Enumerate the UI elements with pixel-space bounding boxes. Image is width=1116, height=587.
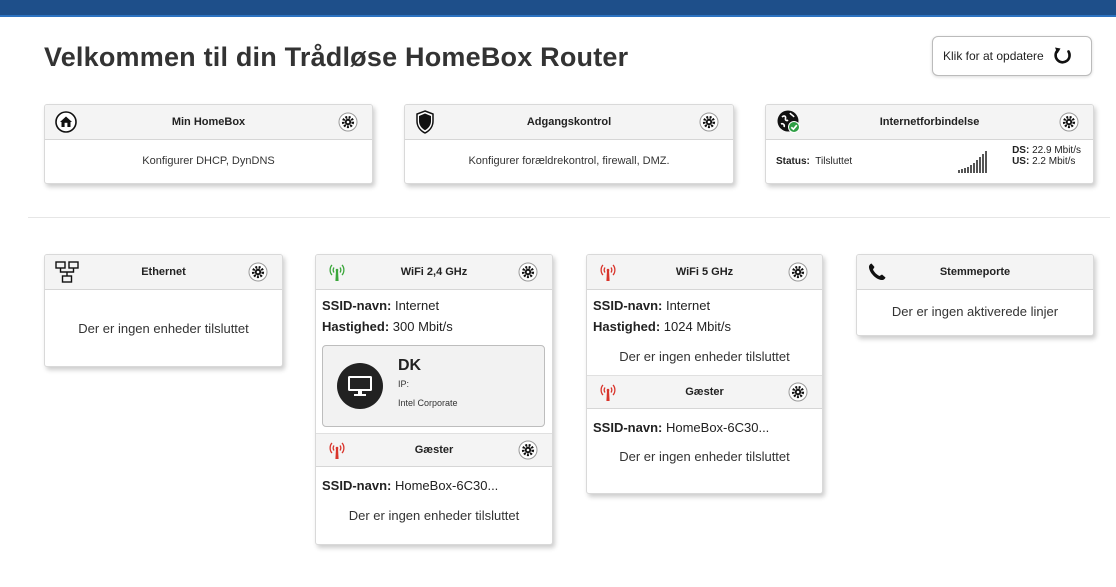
connection-status: Status: Tilsluttet [776,156,852,167]
wifi5-card: WiFi 5 GHz SSID-navn: Internet Hastighed… [586,254,823,494]
connected-device[interactable]: DK IP: Intel Corporate [322,345,545,427]
status-label: Status: [776,156,810,167]
wifi24-speed: Hastighed: 300 Mbit/s [316,316,552,337]
voice-ports-empty-text: Der er ingen aktiverede linjer [891,304,1059,319]
ssid-label: SSID-navn: [593,298,663,313]
monitor-icon [337,363,383,409]
ethernet-card: Ethernet Der er ingen enheder tilsluttet [44,254,283,367]
wifi24-guest-ssid: SSID-navn: HomeBox-6C30... [316,475,552,496]
internet-title: Internetforbindelse [879,116,980,128]
antenna-icon [597,382,619,402]
voice-ports-title: Stemmeporte [939,266,1011,278]
ds-value: 22.9 Mbit/s [1032,145,1081,156]
access-control-title: Adgangskontrol [526,116,612,128]
speed-value: 1024 Mbit/s [663,319,731,334]
voice-ports-header: Stemmeporte [857,255,1093,290]
gear-icon[interactable] [699,112,719,132]
wifi5-title: WiFi 5 GHz [675,266,734,278]
wifi24-title: WiFi 2,4 GHz [400,266,468,278]
speed-readout: DS: 22.9 Mbit/s US: 2.2 Mbit/s [1012,145,1081,167]
shield-icon [415,110,435,134]
speed-label: Hastighed: [322,319,390,334]
ssid-label: SSID-navn: [322,478,392,493]
gear-icon[interactable] [338,112,358,132]
ssid-value: HomeBox-6C30... [665,420,770,435]
wifi5-guest-empty-text: Der er ingen enheder tilsluttet [619,449,790,464]
antenna-icon [326,262,348,282]
phone-icon [867,262,887,282]
gear-icon[interactable] [788,382,808,402]
wifi5-ssid: SSID-navn: Internet [587,295,822,316]
wifi24-card: WiFi 2,4 GHz SSID-navn: Internet Hastigh… [315,254,553,545]
section-divider [28,217,1110,218]
gear-icon[interactable] [518,262,538,282]
device-ip: IP: [398,379,410,389]
wifi24-header: WiFi 2,4 GHz [316,255,552,290]
homebox-description: Konfigurer DHCP, DynDNS [142,155,275,167]
device-name: DK [398,357,422,374]
wifi5-speed: Hastighed: 1024 Mbit/s [587,316,822,337]
signal-bars-icon [956,145,994,178]
network-icon [55,261,79,283]
status-value: Tilsluttet [815,156,853,167]
speed-value: 300 Mbit/s [392,319,453,334]
access-control-description: Konfigurer forældrekontrol, firewall, DM… [468,155,670,167]
homebox-card-header: Min HomeBox [45,105,372,140]
internet-card: Internetforbindelse Status: Tilsluttet D… [765,104,1094,184]
wifi5-guest-header: Gæster [587,375,822,409]
globe-check-icon [776,109,802,135]
ethernet-header: Ethernet [45,255,282,290]
guest-title: Gæster [414,444,454,456]
device-vendor: Intel Corporate [398,398,458,408]
wifi24-guest-empty-text: Der er ingen enheder tilsluttet [348,508,520,523]
wifi24-guest-header: Gæster [316,433,552,467]
top-bar [0,0,1116,17]
internet-card-header: Internetforbindelse [766,105,1093,140]
ssid-value: Internet [394,298,440,313]
voice-ports-card: Stemmeporte Der er ingen aktiverede linj… [856,254,1094,336]
refresh-icon [1052,45,1074,67]
gear-icon[interactable] [518,440,538,460]
ssid-label: SSID-navn: [322,298,392,313]
ethernet-title: Ethernet [141,266,186,278]
homebox-card: Min HomeBox Konfigurer DHCP, DynDNS [44,104,373,184]
antenna-icon [326,440,348,460]
ssid-value: Internet [665,298,711,313]
access-control-card: Adgangskontrol Konfigurer forældrekontro… [404,104,734,184]
gear-icon[interactable] [788,262,808,282]
wifi5-empty-text: Der er ingen enheder tilsluttet [619,349,790,364]
us-value: 2.2 Mbit/s [1032,156,1076,167]
refresh-button[interactable]: Klik for at opdatere [932,36,1092,76]
guest-title: Gæster [685,386,724,398]
ssid-label: SSID-navn: [593,420,663,435]
ds-label: DS: [1012,145,1030,156]
homebox-title: Min HomeBox [171,116,246,128]
wifi5-header: WiFi 5 GHz [587,255,822,290]
antenna-icon [597,262,619,282]
refresh-label: Klik for at opdatere [943,49,1044,63]
ssid-value: HomeBox-6C30... [394,478,499,493]
ethernet-empty-text: Der er ingen enheder tilsluttet [78,321,249,336]
gear-icon[interactable] [248,262,268,282]
speed-label: Hastighed: [593,319,661,334]
gear-icon[interactable] [1059,112,1079,132]
house-icon [55,111,77,133]
wifi24-ssid: SSID-navn: Internet [316,295,552,316]
wifi5-guest-ssid: SSID-navn: HomeBox-6C30... [587,417,822,438]
page-title: Velkommen til din Trådløse HomeBox Route… [44,42,629,72]
us-label: US: [1012,156,1030,167]
access-control-header: Adgangskontrol [405,105,733,140]
